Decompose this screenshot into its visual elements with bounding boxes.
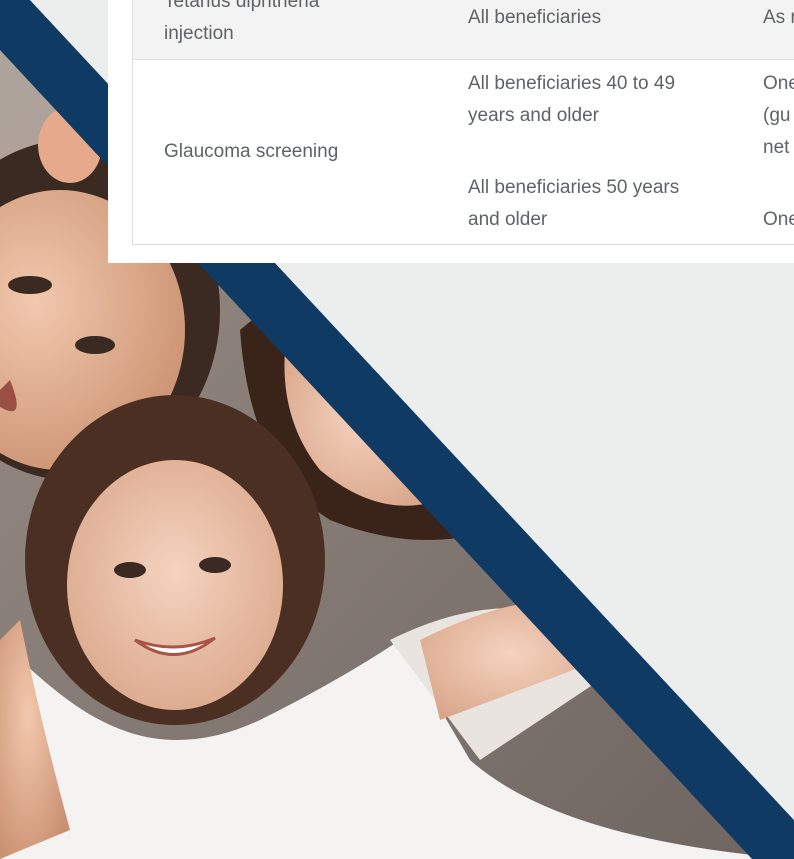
frequency-text-line: net bbox=[763, 137, 790, 158]
frequency-cell: One bbox=[763, 204, 794, 236]
frequency-cell: One (gu net bbox=[763, 68, 794, 164]
eligibility-text-line: All beneficiaries bbox=[468, 7, 602, 28]
service-text-line: Tetanus diphtheria bbox=[164, 0, 320, 12]
service-text-line: Glaucoma screening bbox=[164, 141, 339, 162]
frequency-text-line: One bbox=[763, 73, 794, 94]
eligibility-text-line: and older bbox=[468, 209, 548, 230]
frequency-cell: As r bbox=[763, 2, 794, 34]
eligibility-cell: All beneficiaries 50 years and older bbox=[468, 172, 679, 236]
frequency-text-line: One bbox=[763, 209, 794, 230]
service-cell: Glaucoma screening bbox=[164, 136, 338, 168]
page: Tetanus diphtheria injection All benefic… bbox=[0, 0, 794, 859]
eligibility-text-line: All beneficiaries 40 to 49 bbox=[468, 73, 676, 94]
table-row: Glaucoma screening All beneficiaries 40 … bbox=[133, 60, 794, 244]
coverage-table-card: Tetanus diphtheria injection All benefic… bbox=[108, 0, 794, 263]
frequency-text-line: As r bbox=[763, 7, 794, 28]
frequency-text-line: (gu bbox=[763, 105, 791, 126]
service-cell: Tetanus diphtheria injection bbox=[164, 0, 319, 50]
eligibility-cell: All beneficiaries 40 to 49 years and old… bbox=[468, 68, 675, 132]
coverage-table: Tetanus diphtheria injection All benefic… bbox=[132, 0, 794, 245]
service-text-line: injection bbox=[164, 23, 234, 44]
eligibility-text-line: All beneficiaries 50 years bbox=[468, 177, 680, 198]
eligibility-text-line: years and older bbox=[468, 105, 599, 126]
table-row: Tetanus diphtheria injection All benefic… bbox=[133, 0, 794, 60]
eligibility-cell: All beneficiaries bbox=[468, 2, 601, 34]
